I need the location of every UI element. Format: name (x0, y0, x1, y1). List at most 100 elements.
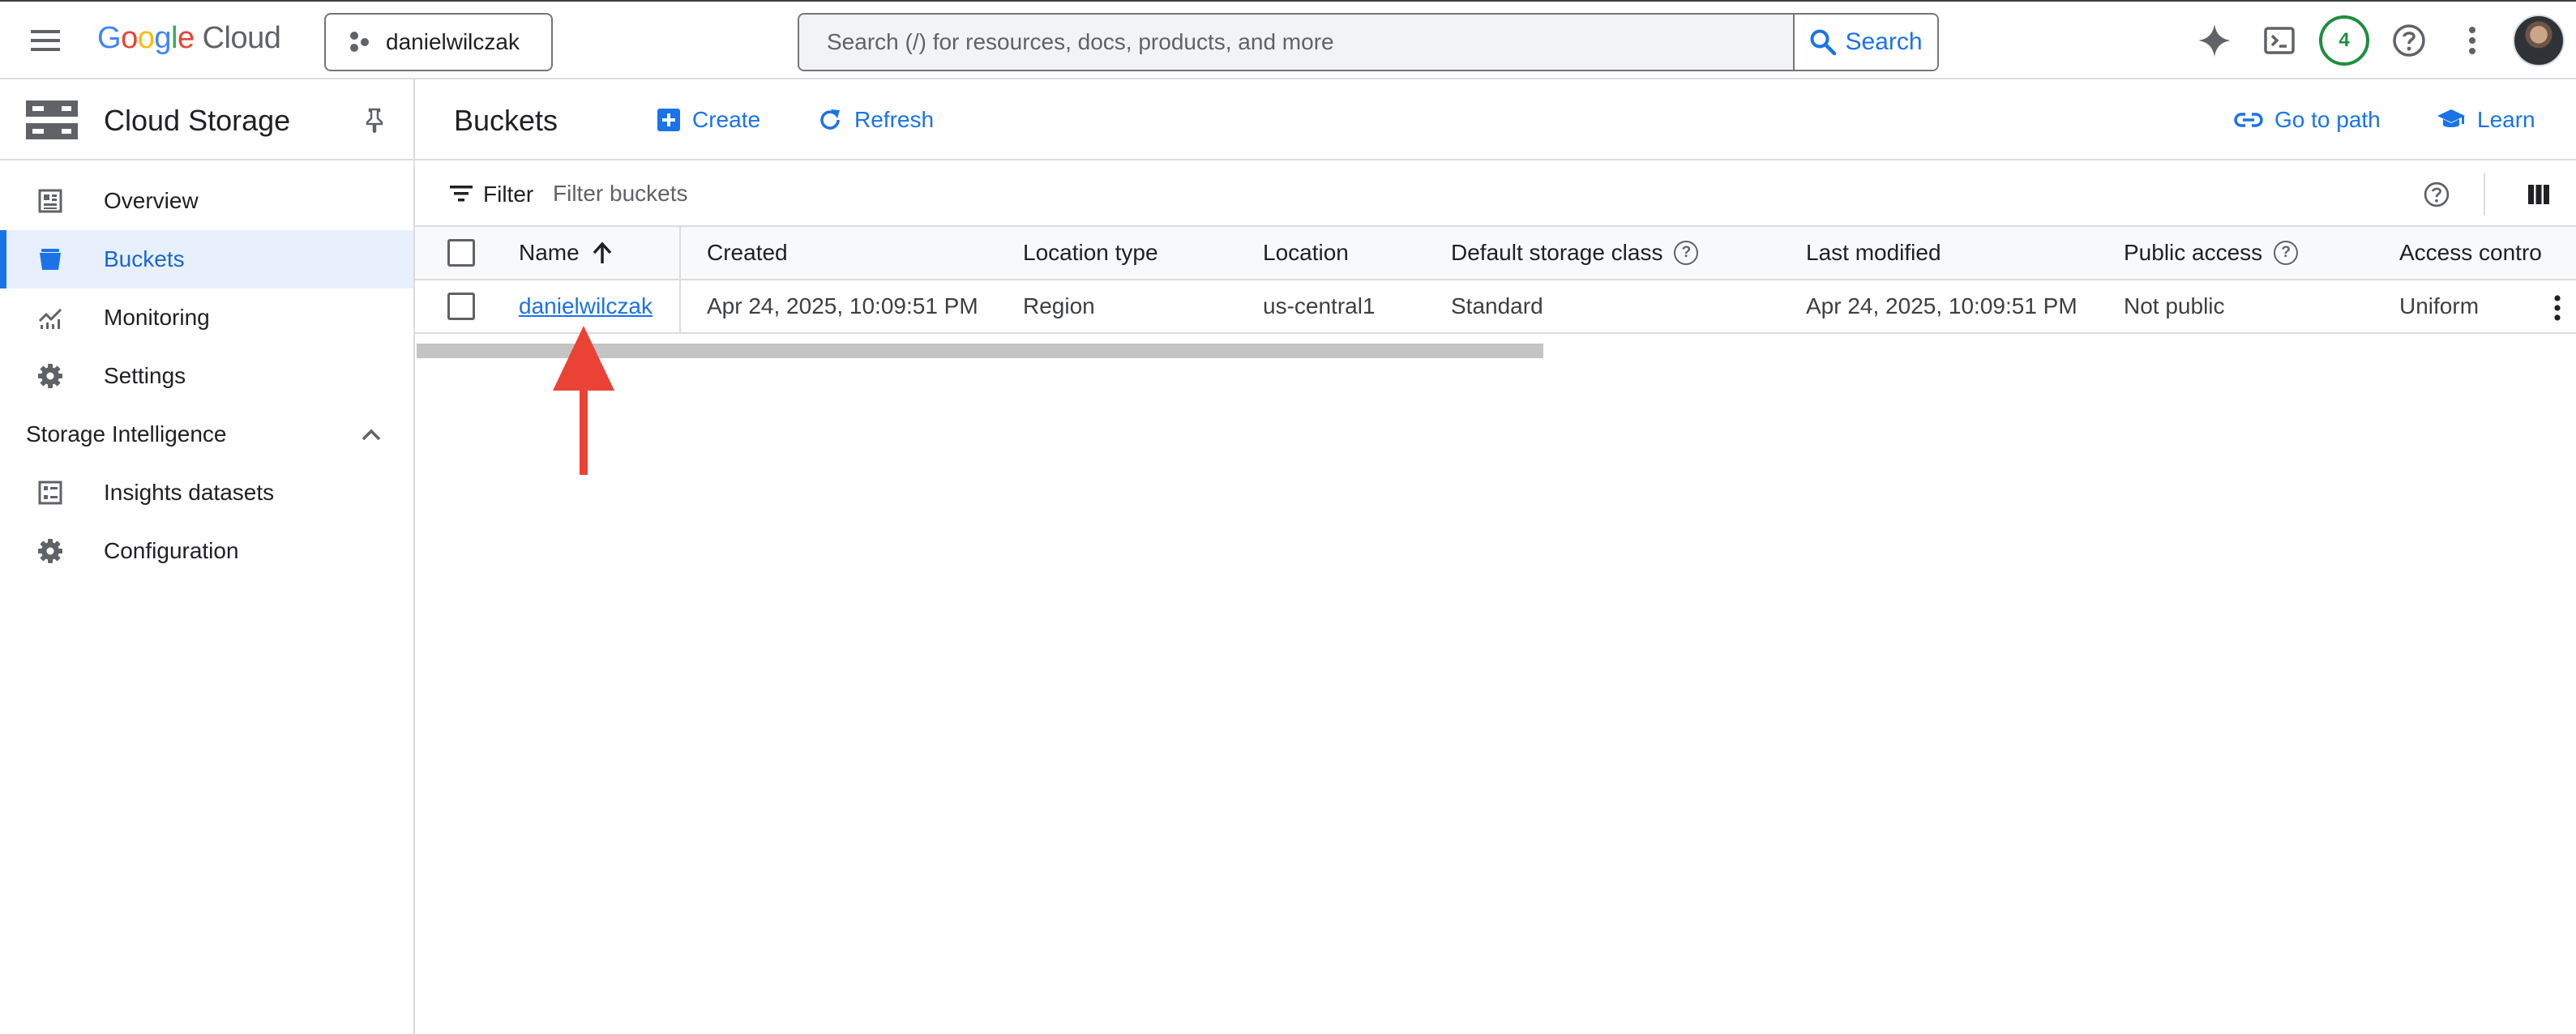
section-storage-intelligence[interactable]: Storage Intelligence (0, 405, 413, 464)
column-header-location-type[interactable]: Location type (1023, 227, 1258, 279)
column-header-created[interactable]: Created (707, 227, 1015, 279)
column-header-label: Default storage class (1451, 240, 1663, 265)
search-button-label: Search (1845, 28, 1923, 55)
project-picker-button[interactable]: danielwilczak (324, 13, 553, 71)
column-header-label: Location type (1023, 240, 1158, 265)
column-header-storage-class[interactable]: Default storage class ? (1451, 227, 1791, 279)
logo-letter: l (170, 21, 178, 55)
column-header-label: Last modified (1806, 240, 1941, 265)
create-label: Create (692, 107, 761, 132)
filter-list-icon[interactable] (449, 183, 473, 208)
gemini-button[interactable] (2192, 18, 2237, 63)
buckets-table: Name Created Location type Location Defa… (415, 227, 2576, 334)
cell-created: Apr 24, 2025, 10:09:51 PM (707, 293, 978, 318)
view-column-icon (2528, 185, 2549, 204)
overview-icon (36, 186, 65, 216)
sidebar-item-label: Monitoring (104, 305, 210, 330)
sidebar-item-monitoring[interactable]: Monitoring (0, 288, 413, 347)
add-box-icon (657, 109, 680, 131)
top-bar: Go o g l e Cloud danielwilczak Search (/… (0, 0, 2576, 79)
gemini-spark-icon (2198, 24, 2231, 57)
column-header-label: Location (1263, 240, 1349, 265)
pin-button[interactable] (358, 104, 391, 136)
notifications-button[interactable]: 4 (2318, 15, 2370, 66)
search-button[interactable]: Search (1793, 15, 1937, 70)
project-name: danielwilczak (386, 29, 520, 54)
table-row: danielwilczak Apr 24, 2025, 10:09:51 PM … (415, 280, 2576, 334)
page-header: Buckets Create Refresh Go to path Learn (415, 79, 2576, 160)
cloud-shell-button[interactable] (2257, 18, 2302, 63)
column-header-label: Access contro (2399, 240, 2542, 265)
help-button[interactable] (2386, 18, 2432, 63)
logo-letter: e (177, 21, 195, 55)
more-options-button[interactable] (2450, 18, 2495, 63)
sidebar-item-label: Buckets (104, 246, 185, 271)
column-header-label: Public access (2124, 240, 2263, 265)
filter-bar: Filter (415, 162, 2576, 227)
column-header-label: Created (707, 240, 788, 265)
filter-input[interactable] (553, 173, 1282, 214)
refresh-icon (820, 109, 840, 130)
sidebar-item-overview[interactable]: Overview (0, 172, 413, 230)
select-all-checkbox[interactable] (447, 239, 475, 267)
logo-letter: g (154, 21, 171, 55)
sidebar-item-label: Settings (104, 363, 186, 388)
cell-last-modified: Apr 24, 2025, 10:09:51 PM (1806, 293, 2077, 318)
horizontal-scrollbar[interactable] (417, 344, 2576, 358)
cloud-shell-icon (2264, 27, 2295, 54)
search-input[interactable] (799, 15, 1793, 70)
google-cloud-logo[interactable]: Go o g l e Cloud (97, 21, 281, 56)
create-button[interactable]: Create (657, 100, 760, 139)
help-icon[interactable]: ? (2274, 241, 2299, 265)
sidebar-item-configuration[interactable]: Configuration (0, 522, 413, 580)
main-menu-button[interactable] (23, 19, 68, 62)
annotation-arrow-icon (553, 326, 614, 475)
row-checkbox[interactable] (447, 293, 475, 320)
logo-letter: G (97, 21, 122, 55)
notifications-badge: 4 (2319, 15, 2369, 66)
bucket-icon (36, 245, 65, 274)
column-header-name[interactable]: Name (519, 227, 673, 279)
go-to-path-button[interactable]: Go to path (2234, 100, 2381, 139)
link-icon (2234, 113, 2263, 127)
avatar (2513, 15, 2565, 66)
gear-icon (36, 361, 65, 391)
search-bar: Search (798, 13, 1939, 71)
sidebar-item-insights-datasets[interactable]: Insights datasets (0, 464, 413, 522)
refresh-button[interactable]: Refresh (817, 100, 934, 139)
column-header-public-access[interactable]: Public access ? (2124, 227, 2391, 279)
sidebar: Cloud Storage Overview Buckets Monitorin… (0, 79, 415, 1034)
sidebar-item-settings[interactable]: Settings (0, 347, 413, 405)
section-label: Storage Intelligence (26, 421, 227, 446)
sidebar-item-label: Insights datasets (104, 480, 275, 505)
filter-label: Filter (483, 182, 534, 207)
learn-label: Learn (2477, 107, 2535, 132)
column-header-label: Name (519, 240, 580, 265)
help-icon[interactable]: ? (1674, 241, 1699, 265)
logo-letter: o (121, 21, 138, 55)
table-header: Name Created Location type Location Defa… (415, 227, 2576, 280)
school-icon (2437, 109, 2465, 127)
cell-public-access: Not public (2124, 293, 2225, 318)
column-header-access-control[interactable]: Access contro (2399, 227, 2544, 279)
menu-icon (31, 30, 60, 51)
page-title: Buckets (454, 104, 558, 137)
help-icon (2424, 182, 2450, 207)
project-icon (350, 32, 369, 52)
account-button[interactable] (2511, 13, 2566, 68)
row-actions-button[interactable] (2545, 292, 2570, 324)
bucket-name-link[interactable]: danielwilczak (519, 293, 653, 319)
product-header: Cloud Storage (0, 79, 413, 160)
notifications-count: 4 (2339, 29, 2350, 51)
row-select-cell (447, 280, 480, 332)
search-icon (1810, 29, 1837, 56)
sidebar-item-label: Overview (104, 188, 199, 213)
column-header-location[interactable]: Location (1263, 227, 1441, 279)
column-header-last-modified[interactable]: Last modified (1806, 227, 2114, 279)
column-display-button[interactable] (2523, 178, 2555, 211)
learn-button[interactable]: Learn (2437, 100, 2535, 139)
filter-help-button[interactable] (2420, 178, 2453, 211)
sidebar-item-buckets[interactable]: Buckets (0, 230, 413, 288)
pin-icon (366, 108, 383, 133)
logo-letter: o (137, 21, 155, 55)
